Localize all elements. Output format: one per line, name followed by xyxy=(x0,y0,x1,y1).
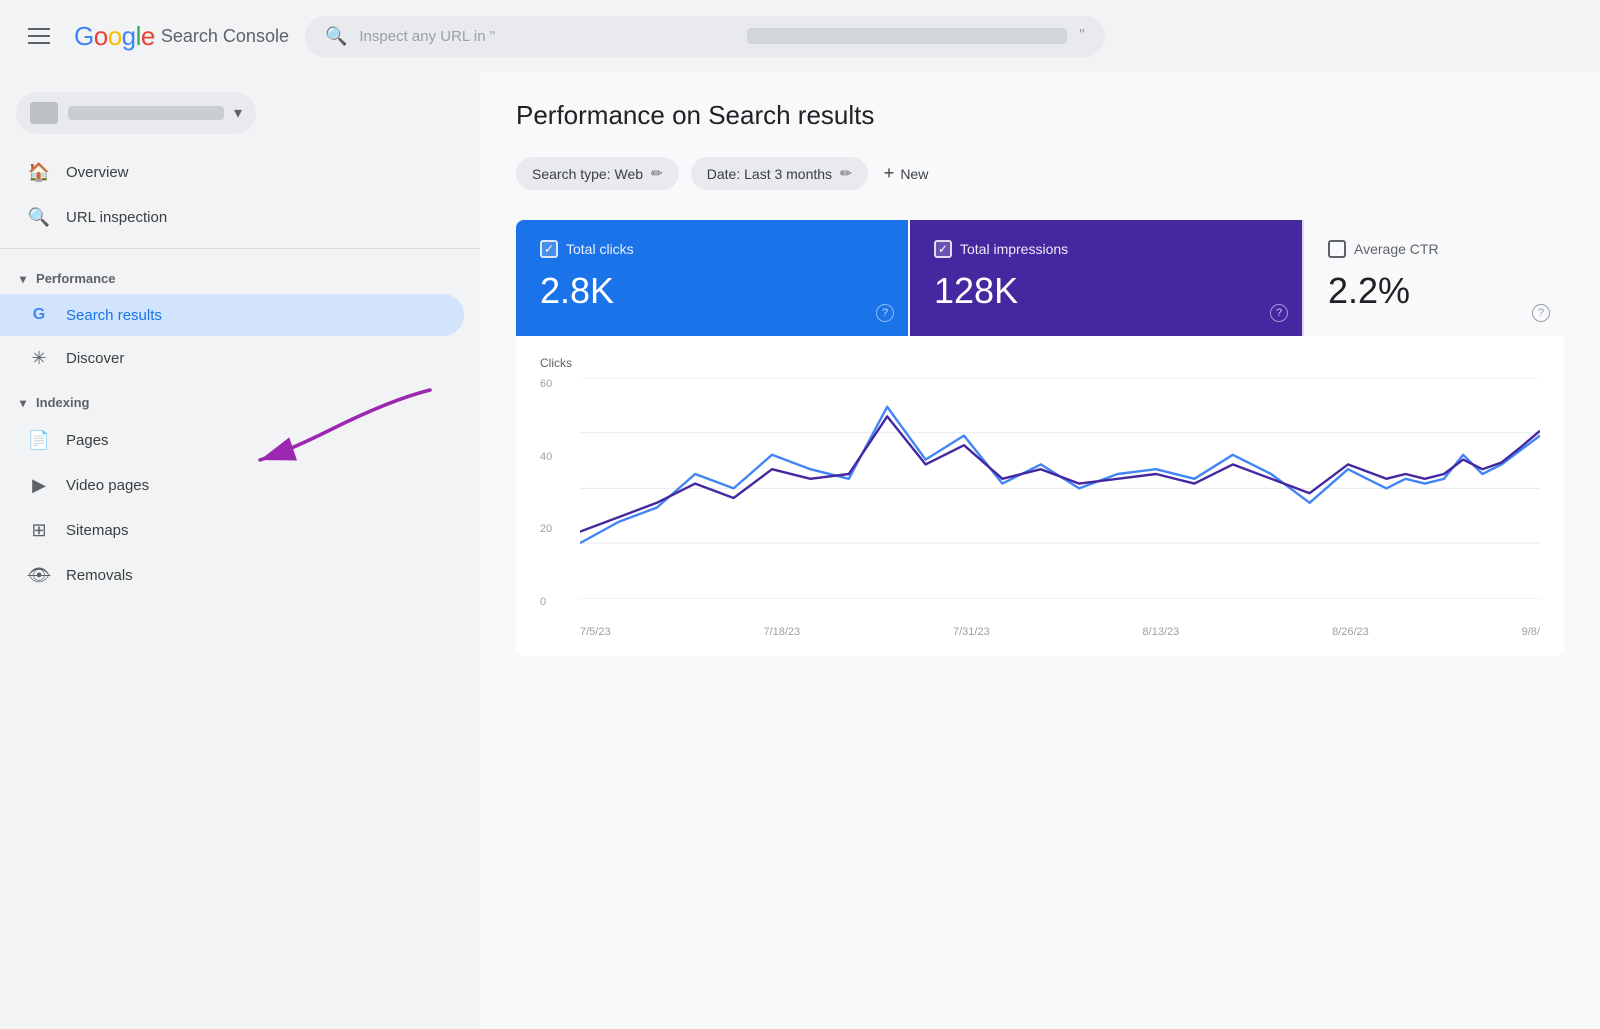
filter-bar: Search type: Web ✏ Date: Last 3 months ✏… xyxy=(516,155,1564,192)
sidebar-item-video-pages[interactable]: ▶ Video pages xyxy=(0,463,464,508)
site-thumbnail xyxy=(30,102,58,124)
x-label-0: 7/5/23 xyxy=(580,626,611,638)
search-icon: 🔍 xyxy=(28,207,50,228)
sidebar-item-label: Video pages xyxy=(66,477,149,494)
clicks-value: 2.8K xyxy=(540,270,884,312)
header: Google Search Console 🔍 Inspect any URL … xyxy=(0,0,1600,72)
chevron-down-icon: ▾ xyxy=(20,272,26,286)
clicks-checkbox[interactable]: ✓ xyxy=(540,240,558,258)
sidebar-item-label: Pages xyxy=(66,432,109,449)
x-label-2: 7/31/23 xyxy=(953,626,990,638)
search-placeholder-text: Inspect any URL in " xyxy=(359,28,735,45)
help-icon[interactable]: ? xyxy=(876,304,894,322)
sitemaps-icon: ⊞ xyxy=(28,520,50,541)
impressions-label: Total impressions xyxy=(960,241,1068,257)
home-icon: 🏠 xyxy=(28,162,50,183)
x-label-5: 9/8/ xyxy=(1522,626,1540,638)
sidebar: ▾ 🏠 Overview 🔍 URL inspection ▾ Performa… xyxy=(0,72,480,1029)
x-axis: 7/5/23 7/18/23 7/31/23 8/13/23 8/26/23 9… xyxy=(580,626,1540,638)
chart-y-label: Clicks xyxy=(540,356,1540,370)
y-value-0: 0 xyxy=(540,596,552,608)
metric-card-total-clicks[interactable]: ✓ Total clicks 2.8K ? xyxy=(516,220,908,336)
ctr-label: Average CTR xyxy=(1354,241,1439,257)
new-filter-label: New xyxy=(900,166,928,182)
sidebar-item-label: URL inspection xyxy=(66,209,167,226)
page-title: Performance on Search results xyxy=(516,100,1564,131)
menu-button[interactable] xyxy=(20,20,58,52)
site-selector[interactable]: ▾ xyxy=(16,92,256,134)
x-label-3: 8/13/23 xyxy=(1143,626,1180,638)
ctr-value: 2.2% xyxy=(1328,270,1540,312)
x-label-1: 7/18/23 xyxy=(763,626,800,638)
g-logo-icon: G xyxy=(28,306,50,324)
sidebar-item-label: Search results xyxy=(66,307,162,324)
chart-svg xyxy=(580,378,1540,599)
metric-card-average-ctr[interactable]: Average CTR 2.2% ? xyxy=(1304,220,1564,336)
y-value-40: 40 xyxy=(540,451,552,463)
new-filter-button[interactable]: + New xyxy=(880,155,933,192)
video-icon: ▶ xyxy=(28,475,50,496)
edit-icon: ✏ xyxy=(651,165,663,182)
metric-cards: ✓ Total clicks 2.8K ? ✓ Total impression… xyxy=(516,220,1564,336)
x-label-4: 8/26/23 xyxy=(1332,626,1369,638)
sidebar-item-label: Sitemaps xyxy=(66,522,129,539)
search-type-filter[interactable]: Search type: Web ✏ xyxy=(516,157,679,190)
y-value-20: 20 xyxy=(540,523,552,535)
performance-section-header[interactable]: ▾ Performance xyxy=(0,257,480,294)
sidebar-item-label: Discover xyxy=(66,350,124,367)
chart-area: 60 40 20 0 xyxy=(540,378,1540,638)
y-value-60: 60 xyxy=(540,378,552,390)
sidebar-item-url-inspection[interactable]: 🔍 URL inspection xyxy=(0,195,464,240)
impressions-value: 128K xyxy=(934,270,1278,312)
logo: Google Search Console xyxy=(74,21,289,52)
site-name xyxy=(68,106,224,120)
sidebar-item-overview[interactable]: 🏠 Overview xyxy=(0,150,464,195)
metric-card-total-impressions[interactable]: ✓ Total impressions 128K ? xyxy=(910,220,1302,336)
url-blur xyxy=(747,28,1067,44)
indexing-section-header[interactable]: ▾ Indexing xyxy=(0,381,480,418)
date-label: Date: Last 3 months xyxy=(707,166,832,182)
sidebar-item-search-results[interactable]: G Search results xyxy=(0,294,464,336)
divider xyxy=(0,248,480,249)
section-label: Performance xyxy=(36,271,115,286)
y-axis: 60 40 20 0 xyxy=(540,378,552,608)
chart-container: Clicks 60 40 20 0 xyxy=(516,336,1564,656)
plus-icon: + xyxy=(884,163,895,184)
help-icon[interactable]: ? xyxy=(1270,304,1288,322)
sidebar-item-label: Removals xyxy=(66,567,133,584)
search-type-label: Search type: Web xyxy=(532,166,643,182)
removals-icon: 👁 xyxy=(28,565,50,586)
help-icon[interactable]: ? xyxy=(1532,304,1550,322)
chevron-down-icon: ▾ xyxy=(20,396,26,410)
date-filter[interactable]: Date: Last 3 months ✏ xyxy=(691,157,868,190)
app-title: Search Console xyxy=(161,26,289,47)
sidebar-item-label: Overview xyxy=(66,164,129,181)
sidebar-item-sitemaps[interactable]: ⊞ Sitemaps xyxy=(0,508,464,553)
sidebar-item-pages[interactable]: 📄 Pages xyxy=(0,418,464,463)
main-layout: ▾ 🏠 Overview 🔍 URL inspection ▾ Performa… xyxy=(0,72,1600,1029)
url-inspection-bar[interactable]: 🔍 Inspect any URL in " " xyxy=(305,16,1105,57)
asterisk-icon: ✳ xyxy=(28,348,50,369)
clicks-label: Total clicks xyxy=(566,241,634,257)
sidebar-item-discover[interactable]: ✳ Discover xyxy=(0,336,464,381)
section-label: Indexing xyxy=(36,395,89,410)
edit-icon: ✏ xyxy=(840,165,852,182)
sidebar-item-removals[interactable]: 👁 Removals xyxy=(0,553,464,598)
impressions-checkbox[interactable]: ✓ xyxy=(934,240,952,258)
chevron-down-icon: ▾ xyxy=(234,103,242,123)
main-content: Performance on Search results Search typ… xyxy=(480,72,1600,1029)
search-icon: 🔍 xyxy=(325,26,347,47)
pages-icon: 📄 xyxy=(28,430,50,451)
ctr-checkbox[interactable] xyxy=(1328,240,1346,258)
